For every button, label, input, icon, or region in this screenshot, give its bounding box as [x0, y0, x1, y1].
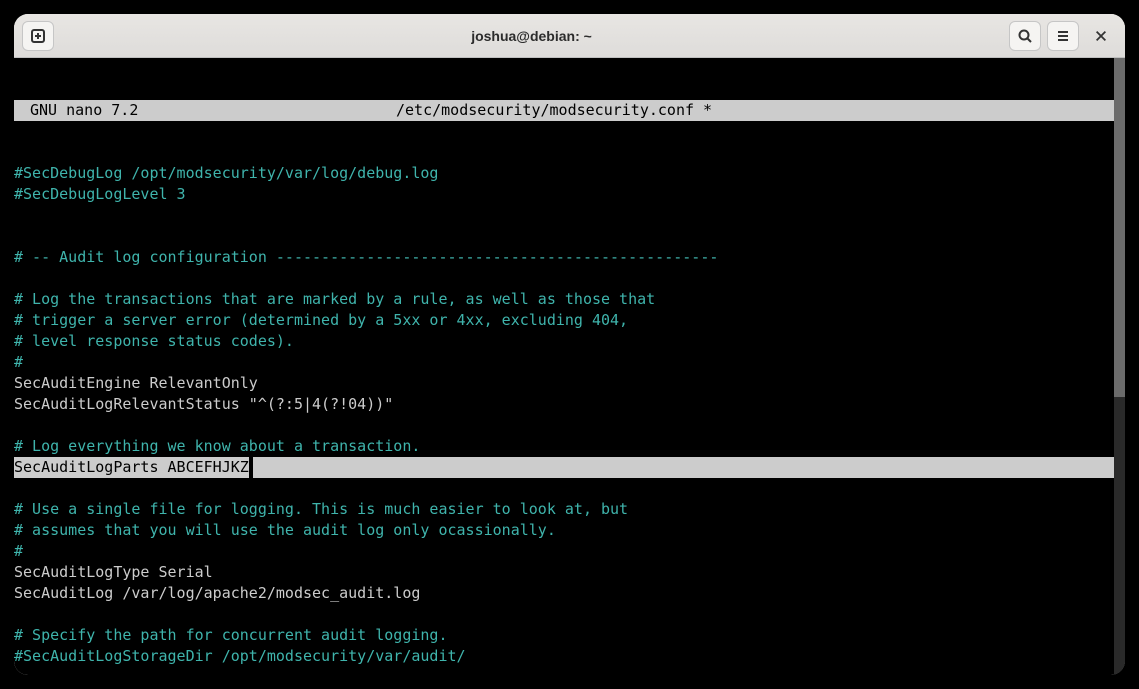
editor-line: # assumes that you will use the audit lo… [14, 520, 1114, 541]
editor-line [14, 205, 1114, 226]
terminal-window: joshua@debian: ~ GNU nano 7.2 /etc/modse… [14, 14, 1125, 675]
scroll-thumb[interactable] [1114, 58, 1125, 397]
editor-line [14, 415, 1114, 436]
close-button[interactable] [1085, 21, 1117, 51]
editor-line: # Specify the path for concurrent audit … [14, 625, 1114, 646]
editor-line-highlighted: SecAuditLogParts ABCEFHJKZ [14, 457, 1114, 478]
editor-line [14, 226, 1114, 247]
editor-line: SecAuditEngine RelevantOnly [14, 373, 1114, 394]
editor-line: # -- Audit log configuration -----------… [14, 247, 1114, 268]
editor-line: SecAuditLog /var/log/apache2/modsec_audi… [14, 583, 1114, 604]
editor-line: # [14, 352, 1114, 373]
editor-line: #SecDebugLogLevel 3 [14, 184, 1114, 205]
editor-line: # level response status codes). [14, 331, 1114, 352]
editor-content[interactable]: #SecDebugLog /opt/modsecurity/var/log/de… [14, 163, 1114, 675]
new-tab-button[interactable] [22, 21, 54, 51]
editor-line [14, 667, 1114, 675]
window-title: joshua@debian: ~ [54, 28, 1009, 44]
editor-line: SecAuditLogRelevantStatus "^(?:5|4(?!04)… [14, 394, 1114, 415]
editor-line: # Use a single file for logging. This is… [14, 499, 1114, 520]
scrollbar[interactable] [1114, 58, 1125, 675]
editor-line [14, 268, 1114, 289]
editor-line: SecAuditLogType Serial [14, 562, 1114, 583]
editor-line: # Log the transactions that are marked b… [14, 289, 1114, 310]
editor-line: # Log everything we know about a transac… [14, 436, 1114, 457]
nano-app-name: GNU nano 7.2 [16, 100, 396, 121]
editor-line: # [14, 541, 1114, 562]
editor-line: #SecDebugLog /opt/modsecurity/var/log/de… [14, 163, 1114, 184]
editor-line: # trigger a server error (determined by … [14, 310, 1114, 331]
titlebar: joshua@debian: ~ [14, 14, 1125, 58]
nano-filename: /etc/modsecurity/modsecurity.conf * [396, 100, 1112, 121]
editor-line: #SecAuditLogStorageDir /opt/modsecurity/… [14, 646, 1114, 667]
nano-header: GNU nano 7.2 /etc/modsecurity/modsecurit… [14, 100, 1114, 121]
terminal-area[interactable]: GNU nano 7.2 /etc/modsecurity/modsecurit… [14, 58, 1125, 675]
search-button[interactable] [1009, 21, 1041, 51]
menu-button[interactable] [1047, 21, 1079, 51]
editor-line [14, 478, 1114, 499]
editor-line [14, 604, 1114, 625]
